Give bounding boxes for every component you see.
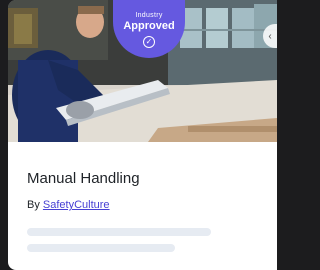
course-card[interactable]: Industry Approved ✓ ‹ Manual Handling By… <box>8 0 277 270</box>
byline-prefix: By <box>27 199 40 211</box>
course-title[interactable]: Manual Handling <box>27 170 140 187</box>
check-circle-icon: ✓ <box>143 36 155 48</box>
course-byline: By SafetyCulture <box>27 199 110 211</box>
badge-line-1: Industry <box>135 12 163 19</box>
loading-skeleton-line <box>27 244 175 252</box>
author-link[interactable]: SafetyCulture <box>43 199 110 211</box>
badge-line-2: Approved <box>123 20 175 32</box>
loading-skeleton-line <box>27 228 211 236</box>
